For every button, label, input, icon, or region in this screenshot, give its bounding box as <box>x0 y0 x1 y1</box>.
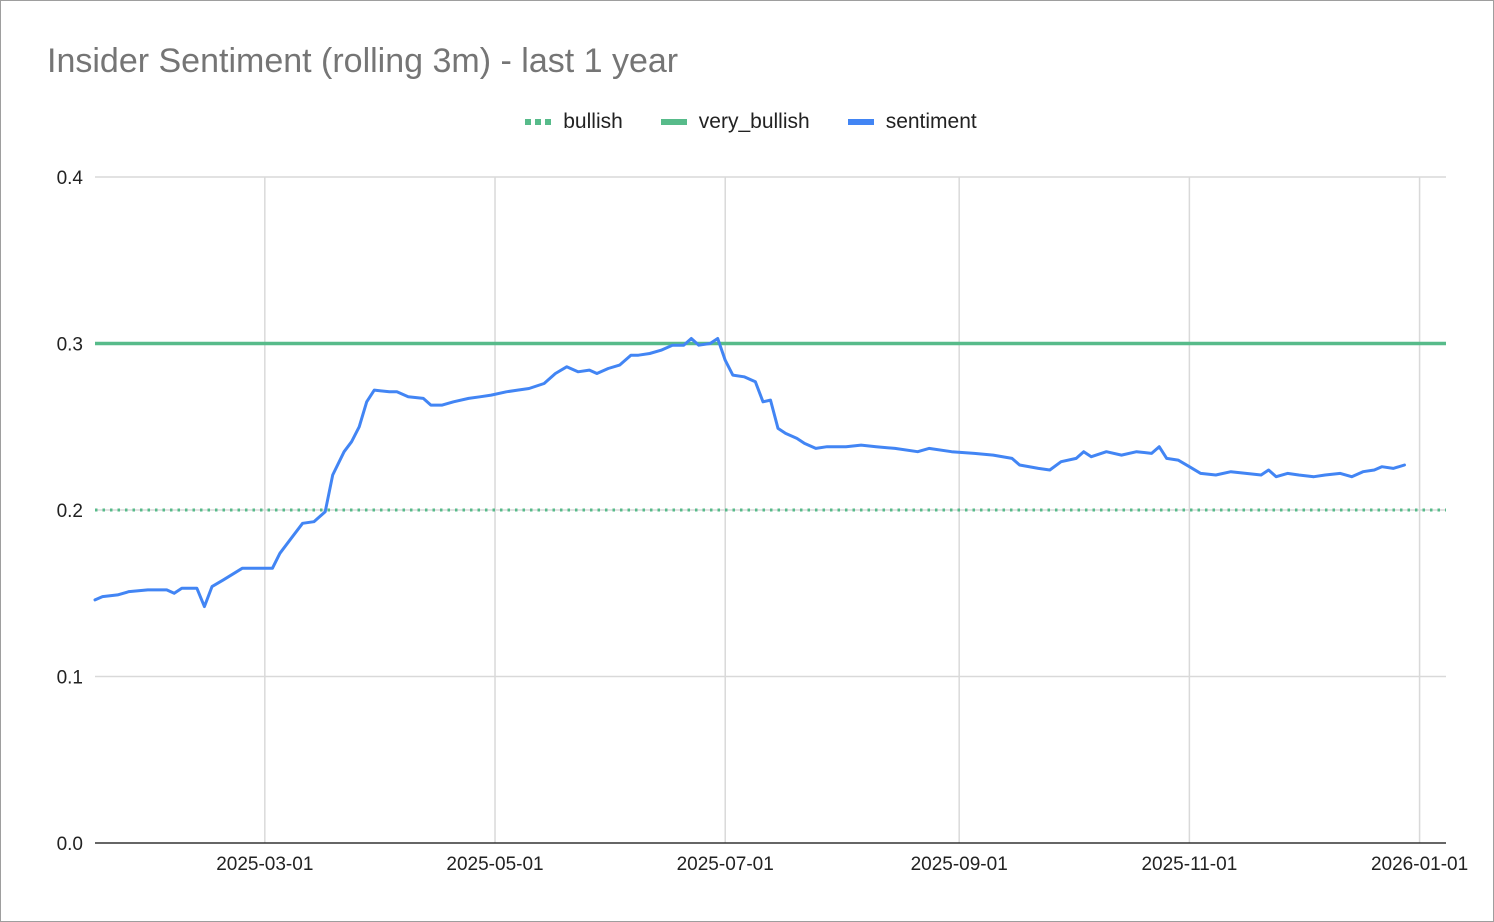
line-chart: 0.0 0.1 0.2 0.3 0.4 2025-03-01 2025-05-01 2025-… <box>57 168 1469 875</box>
x-tick-label: 2025-07-01 <box>677 854 774 875</box>
x-tick-label: 2025-11-01 <box>1141 854 1237 875</box>
series-line-sentiment <box>93 337 1406 609</box>
y-tick-label: 0.2 <box>57 501 83 522</box>
y-tick-label: 0.0 <box>57 834 83 855</box>
x-tick-label: 2025-05-01 <box>446 854 543 875</box>
x-tick-label: 2025-03-01 <box>216 854 313 875</box>
x-tick-label: 2026-01-01 <box>1371 854 1468 875</box>
y-tick-label: 0.3 <box>57 335 83 356</box>
y-tick-label: 0.1 <box>57 668 83 689</box>
y-tick-label: 0.4 <box>57 168 84 189</box>
x-tick-label: 2025-09-01 <box>911 854 1008 875</box>
